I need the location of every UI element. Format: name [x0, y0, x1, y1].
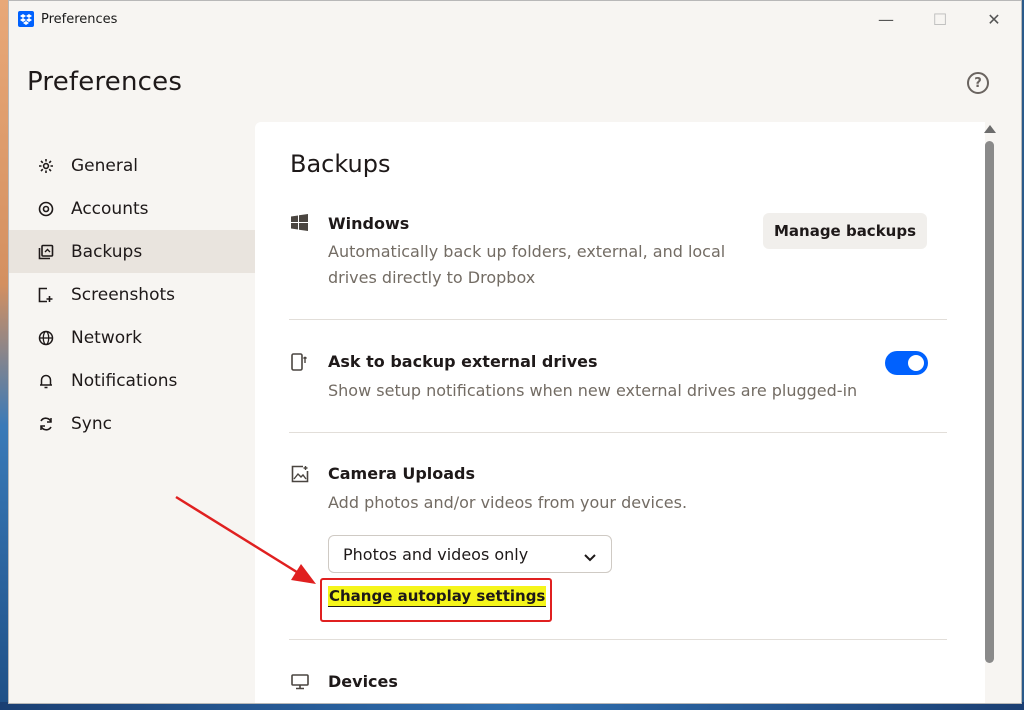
title-bar: Preferences — ☐ ✕ [9, 1, 1021, 37]
maximize-button[interactable]: ☐ [913, 1, 967, 37]
sidebar-item-backups[interactable]: Backups [9, 230, 255, 273]
divider [289, 432, 947, 433]
sidebar-item-label: Notifications [71, 370, 178, 391]
divider [289, 319, 947, 320]
sidebar-item-label: General [71, 155, 138, 176]
change-autoplay-link[interactable]: Change autoplay settings [328, 586, 547, 607]
camera-uploads-description: Add photos and/or videos from your devic… [328, 493, 688, 512]
backups-panel: Backups Windows Automatically back up fo… [255, 122, 985, 703]
camera-uploads-select[interactable]: Photos and videos only [328, 535, 612, 573]
backup-icon [37, 243, 55, 261]
image-icon [291, 465, 309, 483]
sidebar: General Accounts Backups Screenshots Net… [9, 144, 255, 445]
sidebar-item-general[interactable]: General [9, 144, 255, 187]
sidebar-item-label: Network [71, 327, 142, 348]
window-title: Preferences [41, 11, 118, 27]
globe-icon [37, 329, 55, 347]
sidebar-item-label: Sync [71, 413, 112, 434]
sidebar-item-label: Accounts [71, 198, 149, 219]
sidebar-item-label: Screenshots [71, 284, 176, 305]
screenshot-icon [37, 286, 55, 304]
bell-icon [37, 372, 55, 390]
sidebar-item-label: Backups [71, 241, 143, 262]
divider [289, 639, 947, 640]
page-title: Preferences [27, 67, 183, 97]
help-icon[interactable]: ? [967, 72, 989, 94]
windows-description-line1: Automatically back up folders, external,… [328, 242, 726, 261]
sidebar-item-sync[interactable]: Sync [9, 402, 255, 445]
external-drives-description: Show setup notifications when new extern… [328, 381, 858, 400]
external-drives-toggle[interactable] [885, 351, 928, 375]
scrollbar-thumb[interactable] [985, 141, 994, 663]
gear-icon [37, 157, 55, 175]
sync-icon [37, 415, 55, 433]
sidebar-item-network[interactable]: Network [9, 316, 255, 359]
windows-description-line2: drives directly to Dropbox [328, 268, 536, 287]
sidebar-item-screenshots[interactable]: Screenshots [9, 273, 255, 316]
manage-backups-button[interactable]: Manage backups [763, 213, 927, 249]
camera-uploads-title: Camera Uploads [328, 464, 476, 483]
minimize-button[interactable]: — [859, 1, 913, 37]
sidebar-item-accounts[interactable]: Accounts [9, 187, 255, 230]
section-title: Backups [290, 150, 391, 178]
windows-icon [291, 214, 309, 232]
preferences-window: Preferences — ☐ ✕ Preferences ? General … [8, 0, 1022, 704]
chevron-down-icon [583, 548, 597, 567]
sidebar-item-notifications[interactable]: Notifications [9, 359, 255, 402]
scroll-up-arrow-icon[interactable] [984, 125, 996, 133]
monitor-icon [291, 673, 309, 691]
select-value: Photos and videos only [343, 544, 529, 564]
external-drives-title: Ask to backup external drives [328, 352, 598, 371]
windows-title: Windows [328, 214, 410, 233]
toggle-knob [908, 355, 924, 371]
external-drive-icon [291, 353, 309, 371]
close-button[interactable]: ✕ [967, 1, 1021, 37]
dropbox-icon [18, 11, 34, 27]
at-icon [37, 200, 55, 218]
window-controls: — ☐ ✕ [859, 1, 1021, 37]
devices-title: Devices [328, 672, 398, 691]
